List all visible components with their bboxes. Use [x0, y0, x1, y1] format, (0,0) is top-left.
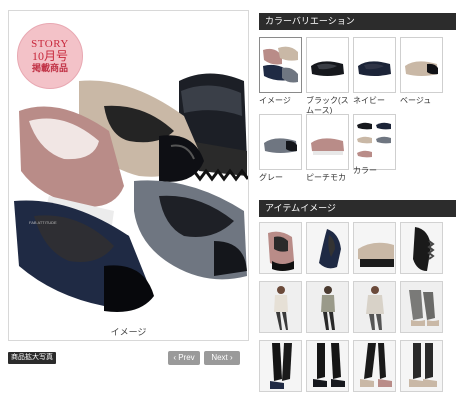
item-thumb-4[interactable] [400, 222, 443, 274]
item-thumb-11[interactable] [353, 340, 396, 392]
next-button[interactable]: Next › [204, 351, 240, 365]
item-thumb-7[interactable] [353, 281, 396, 333]
swatch-label-peach-mocha: ピーチモカ [306, 173, 346, 182]
main-product-image[interactable]: FAB ATTITUDE STORY 10月号 掲載商品 [9, 11, 248, 323]
badge-line3: 掲載商品 [31, 63, 68, 73]
swatch-label-beige: ベージュ [400, 96, 432, 105]
brand-text: FAB ATTITUDE [29, 220, 57, 225]
item-thumb-2[interactable] [306, 222, 349, 274]
badge-line2: 10月号 [31, 49, 68, 63]
shoe-navy: FAB ATTITUDE [14, 200, 154, 312]
color-variation-heading: カラーバリエーション [259, 13, 456, 30]
swatch-label-navy: ネイビー [353, 96, 385, 105]
item-thumb-9[interactable] [259, 340, 302, 392]
swatch-label-color: カラー [353, 166, 377, 175]
shoe-gray [134, 180, 247, 280]
item-thumb-5[interactable] [259, 281, 302, 333]
item-image-heading: アイテムイメージ [259, 200, 456, 217]
item-thumb-10[interactable] [306, 340, 349, 392]
swatch-navy[interactable] [353, 37, 396, 93]
story-badge: STORY 10月号 掲載商品 [17, 23, 83, 89]
enlarge-photo-button[interactable]: 商品拡大写真 [8, 352, 56, 364]
swatch-color-all[interactable] [353, 114, 396, 170]
item-thumb-3[interactable] [353, 222, 396, 274]
item-thumb-1[interactable] [259, 222, 302, 274]
main-image-caption: イメージ [110, 327, 147, 337]
swatch-image[interactable] [259, 37, 302, 93]
swatch-label-image: イメージ [259, 96, 291, 105]
item-thumb-6[interactable] [306, 281, 349, 333]
item-thumb-12[interactable] [400, 340, 443, 392]
swatch-peach-mocha[interactable] [306, 114, 349, 170]
prev-button[interactable]: ‹ Prev [168, 351, 200, 365]
swatch-label-gray: グレー [259, 173, 283, 182]
main-product-image-frame: FAB ATTITUDE STORY 10月号 掲載商品 イメージ [8, 10, 249, 341]
swatch-beige[interactable] [400, 37, 443, 93]
item-thumb-8[interactable] [400, 281, 443, 333]
swatch-label-black-smooth: ブラック(スムース) [306, 96, 349, 115]
swatch-black-smooth[interactable] [306, 37, 349, 93]
swatch-gray[interactable] [259, 114, 302, 170]
